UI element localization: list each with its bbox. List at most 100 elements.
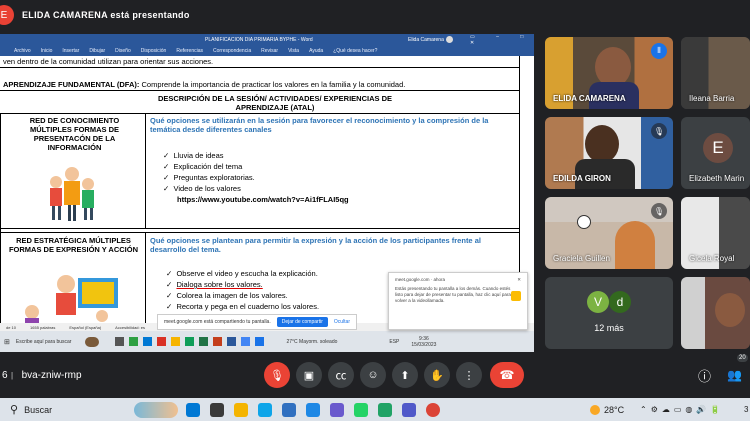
ribbon-tab[interactable]: Correspondencia: [213, 48, 251, 54]
presenter-text: ELIDA CAMARENA está presentando: [22, 10, 190, 20]
red1-title: RED DE CONOCIMIENTO MÚLTIPLES FORMAS DE …: [29, 116, 120, 152]
meeting-time: 6: [2, 369, 8, 381]
participant-name: ELIDA CAMARENA: [553, 94, 626, 103]
info-icon[interactable]: ⓘ: [698, 366, 711, 385]
hide-button[interactable]: Ocultar: [334, 319, 350, 325]
red2-question: Qué opciones se plantean para permitir l…: [150, 236, 481, 254]
participant-tile[interactable]: Graciela Guillen 🎙: [545, 197, 673, 269]
presenter-avatar: E: [0, 5, 14, 25]
list-item: ✓ Observe el video y escucha la explicac…: [166, 269, 318, 278]
word-user-avatar: [446, 36, 453, 43]
list-item: ✓ Recorta y pega en el cuaderno los valo…: [166, 302, 320, 311]
task-view-icon[interactable]: [210, 402, 225, 417]
search-highlight-image: [134, 401, 179, 418]
people-icon[interactable]: 👥: [727, 368, 742, 382]
ribbon-tab[interactable]: Vista: [288, 48, 299, 54]
meeting-code: bva-zniw-rmp: [21, 369, 82, 381]
word-ribbon-tabs: Archivo Inicio Insertar Dibujar Diseño D…: [0, 45, 534, 56]
inner-search[interactable]: Escribe aquí para buscar: [16, 339, 72, 345]
copilot-icon[interactable]: [330, 402, 345, 417]
participant-tile[interactable]: ELIDA CAMARENA ⦀: [545, 37, 673, 109]
close-icon[interactable]: ✕: [517, 277, 521, 283]
mic-off-button[interactable]: 🎙: [264, 362, 290, 388]
list-item: ✓ Colorea la imagen de los valores.: [166, 291, 288, 300]
participant-name: EDILDA GIRON: [553, 174, 611, 183]
avatar: E: [703, 133, 733, 163]
participant-name: Elizabeth Marin: [689, 174, 745, 183]
red1-list: ✓ Lluvia de ideas ✓ Explicación del tema…: [163, 150, 349, 205]
self-view-tile[interactable]: [681, 277, 750, 349]
inner-weather: 27°C Mayorm. soleado: [286, 338, 338, 345]
present-button[interactable]: ⬆: [392, 362, 418, 388]
list-item: ✓ Preguntas exploratorias.: [163, 173, 255, 182]
participant-tile[interactable]: Gicela Royal: [681, 197, 750, 269]
meet-controls: 6 | bva-zniw-rmp 🎙 ▣ ㏄ ☺ ⬆ ✋ ⋮ ☎ ⓘ 👥 20: [0, 354, 750, 388]
ribbon-tab[interactable]: Revisar: [261, 48, 278, 54]
ribbon-tab[interactable]: Ayuda: [309, 48, 323, 54]
reading-illustration: [22, 264, 122, 326]
teams-icon[interactable]: [402, 402, 417, 417]
system-tray-icons[interactable]: ⌃⚙☁▭◍🔊🔋: [640, 405, 724, 414]
windows-icon[interactable]: ⊞: [4, 338, 10, 346]
end-call-button[interactable]: ☎: [490, 362, 524, 388]
dfa-line: APRENDIZAJE FUNDAMENTAL (DFA): Comprende…: [3, 80, 406, 89]
participant-tile[interactable]: E Elizabeth Marin: [681, 117, 750, 189]
mail-icon[interactable]: [306, 402, 321, 417]
family-illustration: [42, 164, 102, 226]
mic-off-icon: 🎙: [651, 203, 667, 219]
screen-share-notice: meet.google.com está compartiendo tu pan…: [157, 314, 357, 330]
video-link[interactable]: https://www.youtube.com/watch?v=Ai1fFLAI…: [163, 194, 349, 205]
participant-tile[interactable]: EDILDA GIRON 🎙: [545, 117, 673, 189]
inner-search-image: [85, 336, 100, 347]
participant-name: Gicela Royal: [689, 254, 735, 263]
inner-lang: ESP: [389, 338, 400, 345]
taskbar-search[interactable]: Buscar: [24, 405, 52, 415]
weather-icon: [590, 404, 600, 415]
inner-clock: 9:36 15/03/2023: [411, 335, 437, 348]
inner-pinned-apps: [115, 337, 265, 346]
presenting-popup[interactable]: meet.google.com · ahora ✕ Estás presentan…: [388, 272, 528, 330]
list-item: ✓ Video de los valores: [163, 184, 241, 193]
edge-icon[interactable]: [258, 402, 273, 417]
people-count: 20: [737, 354, 748, 362]
red2-title: RED ESTRATÉGICA MÚLTIPLES FORMAS DE EXPR…: [8, 236, 139, 254]
tray-fragment: 3: [744, 405, 749, 414]
file-explorer-icon[interactable]: [234, 402, 249, 417]
whatsapp-icon[interactable]: [354, 402, 369, 417]
ribbon-search[interactable]: ¿Qué desea hacer?: [333, 48, 377, 54]
ribbon-tab[interactable]: Archivo: [14, 48, 31, 54]
ribbon-tab[interactable]: Insertar: [62, 48, 79, 54]
doc-top-fragment: ven dentro de la comunidad utilizan para…: [3, 57, 214, 66]
more-options-button[interactable]: ⋮: [456, 362, 482, 388]
raise-hand-button[interactable]: ✋: [424, 362, 450, 388]
participant-tile[interactable]: Ileana Barria: [681, 37, 750, 109]
store-icon[interactable]: [282, 402, 297, 417]
avatar: d: [609, 291, 631, 313]
meet-icon: [511, 291, 521, 301]
list-item: ✓ Dialoga sobre los valores.: [166, 280, 263, 289]
chrome-icon[interactable]: [426, 402, 441, 417]
stop-sharing-button[interactable]: Dejar de compartir: [276, 317, 328, 327]
camera-button[interactable]: ▣: [296, 362, 322, 388]
ribbon-tab[interactable]: Dibujar: [89, 48, 105, 54]
search-icon[interactable]: ⚲: [10, 403, 18, 416]
table-header: DESCRIPCIÓN DE LA SESIÓN/ ACTIVIDADES/ E…: [157, 94, 393, 112]
ribbon-tab[interactable]: Referencias: [176, 48, 203, 54]
app-icon[interactable]: [378, 402, 393, 417]
ribbon-tab[interactable]: Disposición: [141, 48, 167, 54]
word-user: Elida Camarena: [408, 36, 444, 43]
ribbon-tab[interactable]: Inicio: [41, 48, 53, 54]
word-title: PLANIFICACION DIA PRIMARIA BYPHE - Word: [205, 36, 313, 43]
red2-list: ✓ Observe el video y escucha la explicac…: [166, 268, 319, 312]
word-titlebar: PLANIFICACION DIA PRIMARIA BYPHE - Word …: [0, 34, 534, 46]
ribbon-tab[interactable]: Diseño: [115, 48, 131, 54]
participant-name: Ileana Barria: [689, 94, 735, 103]
participant-name: Graciela Guillen: [553, 254, 610, 263]
captions-button[interactable]: ㏄: [328, 362, 354, 388]
list-item: ✓ Lluvia de ideas: [163, 151, 224, 160]
window-controls-icon[interactable]: ▭ – □ ✕: [470, 34, 534, 46]
emoji-button[interactable]: ☺: [360, 362, 386, 388]
windows-icon[interactable]: [186, 402, 201, 417]
list-item: ✓ Explicación del tema: [163, 162, 243, 171]
more-participants-tile[interactable]: V d 12 más: [545, 277, 673, 349]
